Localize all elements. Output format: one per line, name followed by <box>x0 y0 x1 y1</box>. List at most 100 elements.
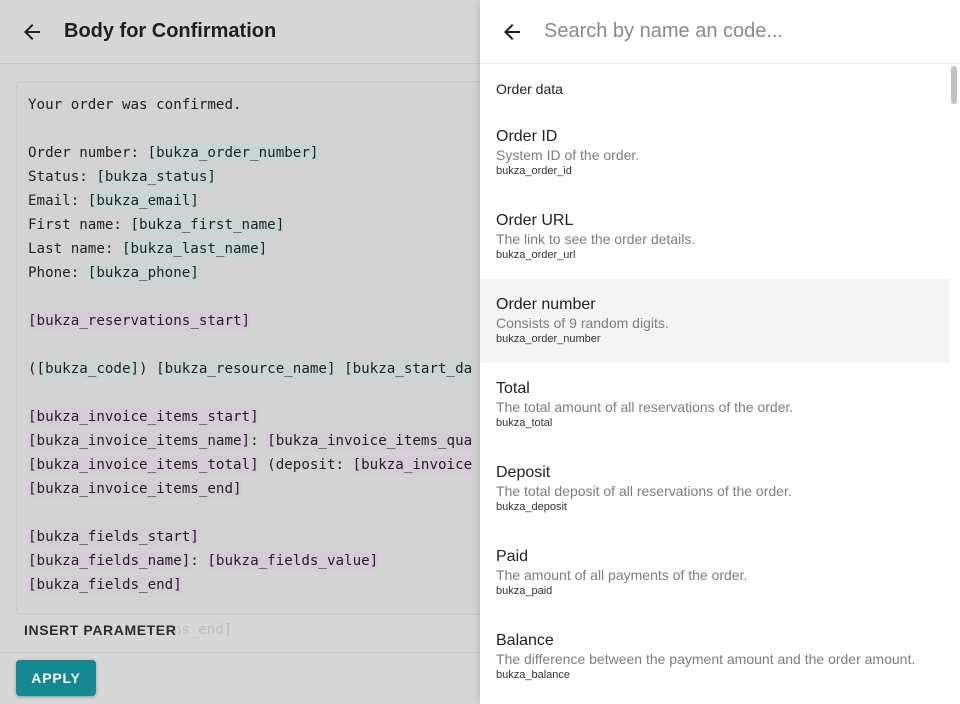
code-text: : <box>190 553 208 569</box>
code-line: [bukza_invoice_items_total] (deposit: [b… <box>28 453 496 477</box>
parameter-item-bukza_deposit[interactable]: Deposit The total deposit of all reservat… <box>480 447 950 531</box>
block-token: [bukza_fields_end] <box>28 576 182 594</box>
parameter-description: The total amount of all reservations of … <box>496 399 794 415</box>
block-token: [bukza_fields_value] <box>207 552 379 570</box>
block-token: [bukza_fields_start] <box>28 528 199 546</box>
code-text: : <box>250 433 268 449</box>
scrollbar-thumb[interactable] <box>951 66 957 104</box>
parameter-description: The amount of all payments of the order. <box>496 567 748 583</box>
parameter-token: [bukza_start_da <box>344 360 473 378</box>
code-line: Order number: [bukza_order_number] <box>28 141 496 165</box>
parameter-list: Order data Order ID System ID of the orde… <box>480 65 950 699</box>
code-line: [bukza_reservations_start] <box>28 309 496 333</box>
parameter-name: Order ID <box>496 128 558 145</box>
editor-header: Body for Confirmation <box>0 0 480 64</box>
arrow-left-icon <box>504 23 520 40</box>
parameter-token: [bukza_email] <box>87 192 199 210</box>
code-line: [bukza_invoice_items_end] <box>28 477 496 501</box>
parameter-item-bukza_order_id[interactable]: Order ID System ID of the order. bukza_ord… <box>480 111 950 195</box>
insert-parameter-button[interactable]: INSERT PARAMETER <box>24 622 176 638</box>
block-token: [bukza_fields_name] <box>28 552 191 570</box>
parameter-description: Consists of 9 random digits. <box>496 315 669 331</box>
code-line: First name: [bukza_first_name] <box>28 213 496 237</box>
editor-title: Body for Confirmation <box>64 20 277 42</box>
parameter-code: bukza_balance <box>496 669 571 681</box>
section-header-order-data: Order data <box>496 81 563 97</box>
body-editor[interactable]: Your order was confirmed. Order number: … <box>16 81 496 615</box>
code-line: Your order was confirmed. <box>28 93 496 117</box>
parameter-code: bukza_deposit <box>496 501 567 513</box>
parameter-description: The difference between the payment amoun… <box>496 651 916 667</box>
parameter-name: Order number <box>496 296 596 313</box>
code-content: Your order was confirmed. Order number: … <box>17 82 496 597</box>
parameter-name: Paid <box>496 548 529 565</box>
parameter-item-bukza_order_url[interactable]: Order URL The link to see the order detai… <box>480 195 950 279</box>
code-line: Last name: [bukza_last_name] <box>28 237 496 261</box>
search-input[interactable] <box>544 20 924 43</box>
editor-back-button[interactable] <box>18 18 46 46</box>
parameter-code: bukza_total <box>496 417 553 429</box>
picker-back-button[interactable] <box>498 18 526 46</box>
editor-panel: Body for Confirmation Your order was con… <box>0 0 496 704</box>
apply-button[interactable]: APPLY <box>16 660 96 696</box>
parameter-description: The total deposit of all reservations of… <box>496 483 792 499</box>
parameter-token: [bukza_phone] <box>87 264 199 282</box>
parameter-item-bukza_balance[interactable]: Balance The difference between the paymen… <box>480 615 950 699</box>
parameter-code: bukza_order_number <box>496 333 601 345</box>
parameter-name: Balance <box>496 632 554 649</box>
block-token: [bukza_invoice_items_qua <box>267 432 473 450</box>
code-line: ([bukza_code]) [bukza_resource_name] [bu… <box>28 357 496 381</box>
block-token: [bukza_invoice_items_name] <box>28 432 251 450</box>
code-text: First name: <box>28 217 131 233</box>
code-line: Status: [bukza_status] <box>28 165 496 189</box>
code-line: [bukza_invoice_items_start] <box>28 405 496 429</box>
code-text: Email: <box>28 193 88 209</box>
parameter-picker-panel: Order data Order ID System ID of the orde… <box>480 0 960 704</box>
parameter-name: Deposit <box>496 464 551 481</box>
parameter-description: System ID of the order. <box>496 147 640 163</box>
code-line: [bukza_fields_end] <box>28 573 496 597</box>
parameter-item-bukza_order_number[interactable]: Order number Consists of 9 random digits.… <box>480 279 950 363</box>
parameter-token: [bukza_resource_name] <box>156 360 336 378</box>
code-text: ( <box>28 361 37 377</box>
parameter-token: [bukza_order_number] <box>147 144 319 162</box>
code-text: Your order was confirmed. <box>28 97 242 113</box>
block-token: [bukza_invoice_items_total] <box>28 456 259 474</box>
code-text: Phone: <box>28 265 88 281</box>
parameter-code: bukza_paid <box>496 585 553 597</box>
code-line: Phone: [bukza_phone] <box>28 261 496 285</box>
parameter-token: [bukza_last_name] <box>121 240 268 258</box>
parameter-name: Order URL <box>496 212 574 229</box>
parameter-token: [bukza_status] <box>96 168 216 186</box>
block-token: [bukza_invoice <box>352 456 473 474</box>
arrow-left-icon <box>24 23 40 40</box>
block-token: [bukza_invoice_items_start] <box>28 408 259 426</box>
parameter-code: bukza_order_url <box>496 249 576 261</box>
code-text: ) <box>139 361 157 377</box>
parameter-token: [bukza_first_name] <box>130 216 285 234</box>
block-token: [bukza_invoice_items_end] <box>28 480 242 498</box>
code-text: Order number: <box>28 145 148 161</box>
code-line: [bukza_fields_start] <box>28 525 496 549</box>
code-line: [bukza_invoice_items_name]: [bukza_invoi… <box>28 429 496 453</box>
block-token: [bukza_reservations_start] <box>28 312 251 330</box>
parameter-item-bukza_paid[interactable]: Paid The amount of all payments of the or… <box>480 531 950 615</box>
code-line: [bukza_fields_name]: [bukza_fields_value… <box>28 549 496 573</box>
code-line: Email: [bukza_email] <box>28 189 496 213</box>
parameter-code: bukza_order_id <box>496 165 572 177</box>
search-bar <box>480 0 960 64</box>
footer-divider <box>0 652 480 653</box>
code-text: Last name: <box>28 241 122 257</box>
parameter-description: The link to see the order details. <box>496 231 696 247</box>
code-text: Status: <box>28 169 97 185</box>
code-text: (deposit: <box>258 457 353 473</box>
parameter-item-bukza_total[interactable]: Total The total amount of all reservation… <box>480 363 950 447</box>
parameter-token: [bukza_code] <box>36 360 140 378</box>
parameter-name: Total <box>496 380 530 397</box>
